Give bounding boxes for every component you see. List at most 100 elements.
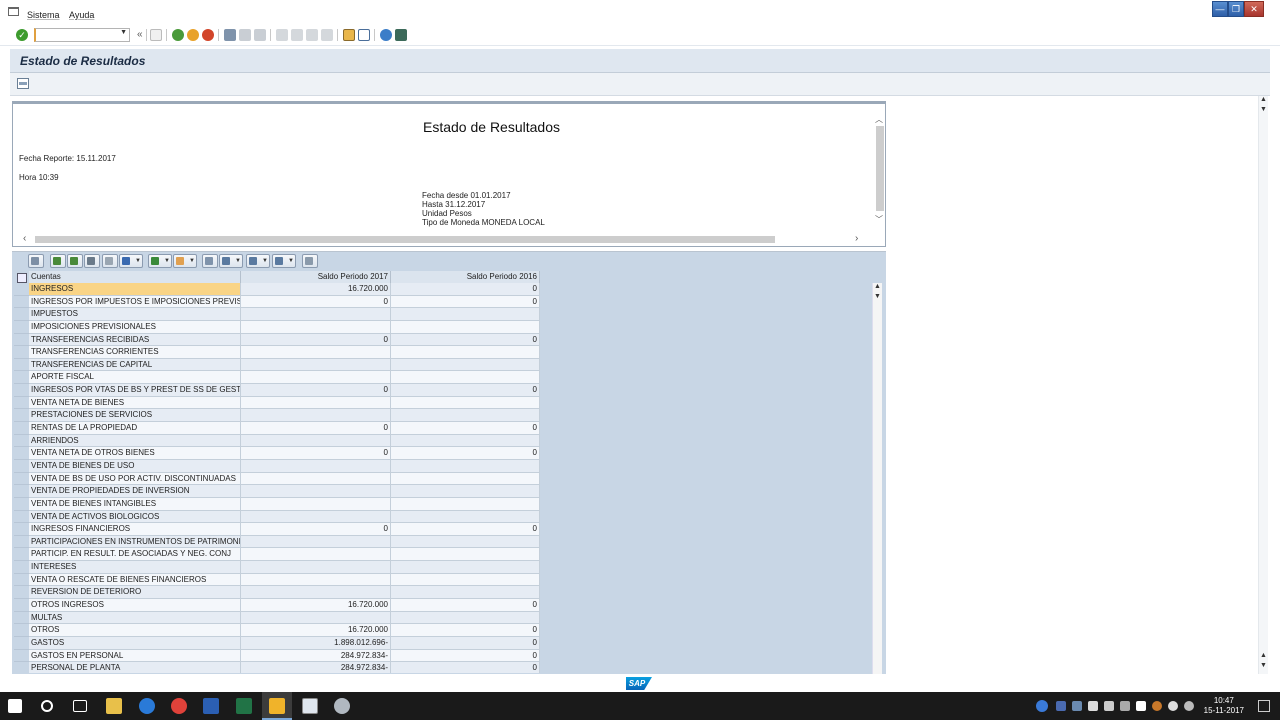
table-cell[interactable]: 0	[391, 295, 540, 309]
table-cell[interactable]	[241, 308, 391, 321]
details-button[interactable]	[28, 254, 44, 268]
row-selector[interactable]	[14, 586, 29, 600]
find-icon[interactable]	[239, 29, 251, 41]
row-selector[interactable]	[14, 409, 29, 423]
table-cell[interactable]: VENTA DE BS DE USO POR ACTIV. DISCONTINU…	[29, 472, 241, 486]
table-cell[interactable]	[241, 371, 391, 385]
table-cell[interactable]: 0	[241, 384, 391, 397]
row-selector[interactable]	[14, 599, 29, 612]
tray-icon[interactable]	[1056, 701, 1066, 711]
table-row[interactable]: INGRESOS FINANCIEROS 0 0	[14, 523, 874, 536]
table-cell[interactable]: GASTOS EN PERSONAL	[29, 649, 241, 663]
table-cell[interactable]: GASTOS	[29, 636, 241, 650]
table-cell[interactable]	[241, 573, 391, 587]
table-cell[interactable]: INTERESES	[29, 561, 241, 574]
table-cell[interactable]	[241, 561, 391, 574]
subtotal-button[interactable]: ▼	[173, 254, 197, 268]
table-cell[interactable]: PERSONAL DE PLANTA	[29, 662, 241, 673]
table-cell[interactable]: 0	[391, 333, 540, 347]
table-cell[interactable]: OTROS	[29, 624, 241, 637]
windows-start-icon[interactable]	[8, 699, 22, 713]
volume-icon[interactable]	[1120, 701, 1130, 711]
table-cell[interactable]: 16.720.000	[241, 624, 391, 637]
table-row[interactable]: INGRESOS POR IMPUESTOS E IMPOSICIONES PR…	[14, 295, 874, 309]
table-cell[interactable]: OTROS INGRESOS	[29, 599, 241, 612]
table-row[interactable]: INGRESOS POR VTAS DE BS Y PREST DE SS DE…	[14, 384, 874, 397]
menu-sistema[interactable]: Sistema	[27, 10, 60, 20]
table-cell[interactable]: 0	[241, 523, 391, 536]
row-selector[interactable]	[14, 346, 29, 359]
table-row[interactable]: OTROS INGRESOS 16.720.000 0	[14, 599, 874, 612]
excel-icon[interactable]	[236, 698, 252, 714]
table-row[interactable]: VENTA DE BS DE USO POR ACTIV. DISCONTINU…	[14, 472, 874, 486]
main-vertical-scrollbar[interactable]: ▲ ▼ ▲ ▼	[1258, 96, 1268, 674]
network-icon[interactable]	[1184, 701, 1194, 711]
table-row[interactable]: PERSONAL DE PLANTA 284.972.834- 0	[14, 662, 874, 673]
table-cell[interactable]	[391, 611, 540, 625]
table-row[interactable]: INGRESOS 16.720.000 0	[14, 283, 874, 296]
row-selector[interactable]	[14, 447, 29, 460]
tray-icon[interactable]	[1072, 701, 1082, 711]
table-cell[interactable]: APORTE FISCAL	[29, 371, 241, 385]
column-header[interactable]: Saldo Periodo 2017	[241, 271, 391, 283]
table-cell[interactable]	[241, 409, 391, 423]
row-selector[interactable]	[14, 358, 29, 372]
table-row[interactable]: TRANSFERENCIAS RECIBIDAS 0 0	[14, 333, 874, 347]
print-icon[interactable]	[17, 78, 29, 89]
table-cell[interactable]	[391, 586, 540, 600]
table-cell[interactable]: 1.898.012.696-	[241, 636, 391, 650]
table-row[interactable]: VENTA DE ACTIVOS BIOLOGICOS	[14, 510, 874, 524]
table-cell[interactable]	[391, 358, 540, 372]
table-row[interactable]: VENTA NETA DE OTROS BIENES 0 0	[14, 447, 874, 460]
table-row[interactable]: REVERSION DE DETERIORO	[14, 586, 874, 600]
table-cell[interactable]	[391, 561, 540, 574]
table-cell[interactable]	[391, 485, 540, 498]
tray-icon[interactable]	[1152, 701, 1162, 711]
table-cell[interactable]: INGRESOS POR VTAS DE BS Y PREST DE SS DE…	[29, 384, 241, 397]
table-cell[interactable]: 0	[391, 283, 540, 296]
row-selector[interactable]	[14, 434, 29, 448]
table-cell[interactable]	[241, 497, 391, 511]
table-row[interactable]: TRANSFERENCIAS DE CAPITAL	[14, 358, 874, 372]
find-button[interactable]	[84, 254, 100, 268]
table-row[interactable]: PARTICIP. EN RESULT. DE ASOCIADAS Y NEG.…	[14, 548, 874, 562]
table-cell[interactable]: PARTICIPACIONES EN INSTRUMENTOS DE PATRI…	[29, 535, 241, 549]
new-session-icon[interactable]	[343, 29, 355, 41]
row-selector[interactable]	[14, 611, 29, 625]
table-cell[interactable]	[391, 396, 540, 410]
print-icon[interactable]	[224, 29, 236, 41]
views-button[interactable]: ▼	[219, 254, 243, 268]
table-cell[interactable]: 0	[391, 447, 540, 460]
table-row[interactable]: VENTA DE BIENES INTANGIBLES	[14, 497, 874, 511]
total-button[interactable]: ▼	[148, 254, 172, 268]
table-cell[interactable]: VENTA DE BIENES DE USO	[29, 459, 241, 473]
table-cell[interactable]: INGRESOS	[29, 283, 241, 296]
find-next-button[interactable]	[102, 254, 118, 268]
row-selector[interactable]	[14, 649, 29, 663]
row-selector[interactable]	[14, 396, 29, 410]
table-cell[interactable]: PARTICIP. EN RESULT. DE ASOCIADAS Y NEG.…	[29, 548, 241, 562]
row-selector[interactable]	[14, 535, 29, 549]
table-cell[interactable]: REVERSION DE DETERIORO	[29, 586, 241, 600]
menu-icon[interactable]	[8, 7, 19, 16]
table-cell[interactable]	[241, 548, 391, 562]
table-cell[interactable]	[391, 459, 540, 473]
scroll-up-icon[interactable]: ▲	[874, 283, 881, 290]
table-row[interactable]: GASTOS EN PERSONAL 284.972.834- 0	[14, 649, 874, 663]
table-cell[interactable]: INGRESOS POR IMPUESTOS E IMPOSICIONES PR…	[29, 295, 241, 309]
table-cell[interactable]: 16.720.000	[241, 599, 391, 612]
table-cell[interactable]	[391, 573, 540, 587]
scroll-down-icon[interactable]: ▼	[1260, 662, 1267, 669]
table-cell[interactable]: PRESTACIONES DE SERVICIOS	[29, 409, 241, 423]
table-cell[interactable]	[241, 535, 391, 549]
table-cell[interactable]: 284.972.834-	[241, 649, 391, 663]
table-cell[interactable]: VENTA DE BIENES INTANGIBLES	[29, 497, 241, 511]
app-icon[interactable]	[334, 698, 350, 714]
table-cell[interactable]: 0	[241, 447, 391, 460]
scroll-right-icon[interactable]: ›	[855, 233, 858, 244]
scroll-down-icon[interactable]: ▼	[874, 293, 881, 300]
row-selector[interactable]	[14, 422, 29, 435]
row-selector[interactable]	[14, 472, 29, 486]
row-selector[interactable]	[14, 561, 29, 574]
tray-icon[interactable]	[1088, 701, 1098, 711]
